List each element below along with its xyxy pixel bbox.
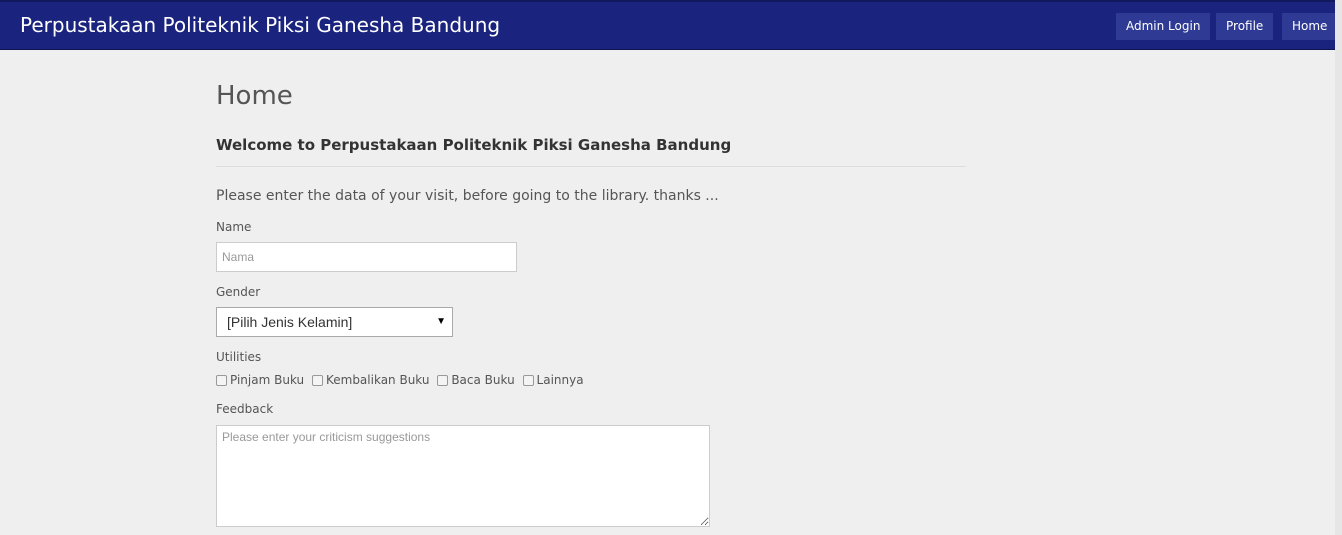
checkbox-label: Baca Buku <box>451 373 515 387</box>
gender-label: Gender <box>216 285 261 299</box>
intro-text: Please enter the data of your visit, bef… <box>216 188 719 204</box>
name-label: Name <box>216 220 252 234</box>
admin-login-button[interactable]: Admin Login <box>1116 13 1211 40</box>
welcome-heading: Welcome to Perpustakaan Politeknik Piksi… <box>216 136 732 154</box>
home-button[interactable]: Home <box>1282 13 1338 40</box>
feedback-label: Feedback <box>216 402 274 416</box>
utilities-checkbox-group: Pinjam Buku Kembalikan Buku Baca Buku La… <box>216 373 588 387</box>
gender-select-value: [Pilih Jenis Kelamin] <box>227 314 353 330</box>
utility-option-baca-buku[interactable]: Baca Buku <box>437 373 515 387</box>
page-title: Home <box>216 81 293 111</box>
gender-select[interactable]: [Pilih Jenis Kelamin] ▼ <box>216 307 453 337</box>
feedback-textarea[interactable] <box>216 425 710 527</box>
site-brand[interactable]: Perpustakaan Politeknik Piksi Ganesha Ba… <box>20 13 500 37</box>
chevron-down-icon: ▼ <box>436 316 446 327</box>
name-input[interactable] <box>216 242 517 272</box>
checkbox-label: Kembalikan Buku <box>325 373 430 387</box>
page-scrollbar[interactable] <box>1335 0 1342 535</box>
top-navbar: Perpustakaan Politeknik Piksi Ganesha Ba… <box>0 0 1338 50</box>
profile-button[interactable]: Profile <box>1216 13 1274 40</box>
utility-option-kembalikan-buku[interactable]: Kembalikan Buku <box>311 373 430 387</box>
checkbox-lainnya[interactable] <box>522 375 534 386</box>
utility-option-lainnya[interactable]: Lainnya <box>522 373 584 387</box>
utility-option-pinjam-buku[interactable]: Pinjam Buku <box>216 373 304 387</box>
checkbox-label: Lainnya <box>536 373 584 387</box>
checkbox-label: Pinjam Buku <box>230 373 305 387</box>
main-content: Home Welcome to Perpustakaan Politeknik … <box>216 80 966 527</box>
checkbox-pinjam-buku[interactable] <box>216 375 227 386</box>
section-divider <box>216 166 966 167</box>
checkbox-baca-buku[interactable] <box>437 375 449 386</box>
checkbox-kembalikan-buku[interactable] <box>311 375 323 386</box>
utilities-label: Utilities <box>216 350 262 364</box>
